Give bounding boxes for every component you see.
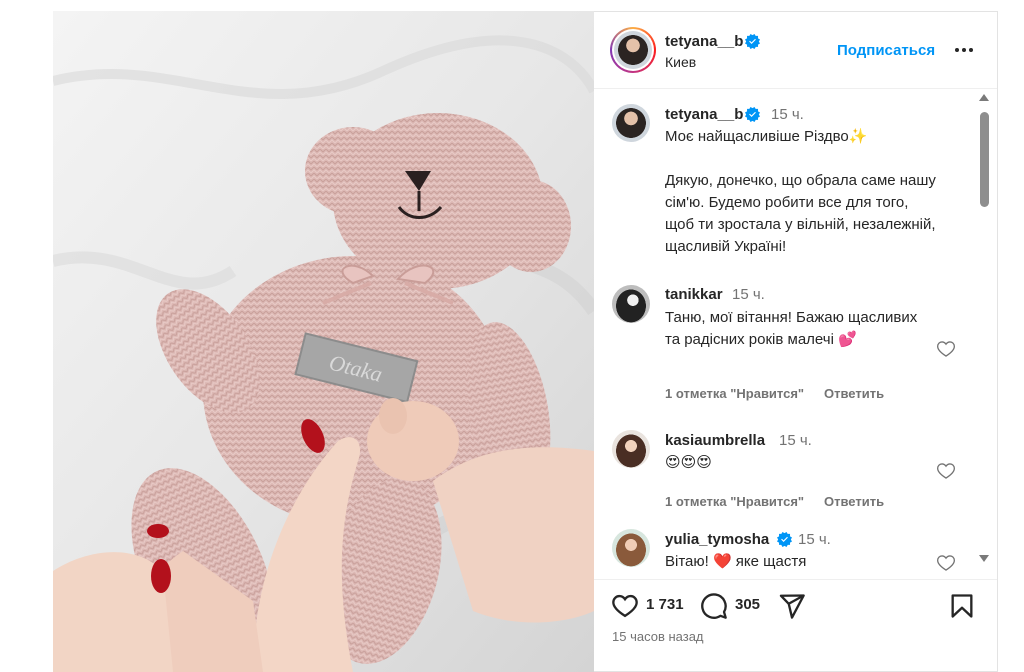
comment-username[interactable]: kasiaumbrella — [665, 432, 765, 449]
scroll-up-arrow-icon[interactable] — [979, 94, 989, 101]
comment-item: kasiaumbrella 15 ч. 😍😍😍 1 отметка "Нрави… — [594, 428, 984, 528]
comments-count[interactable]: 305 — [735, 596, 760, 613]
post-caption: tetyana__b 15 ч. Моє найщасливіше Різдво… — [594, 102, 984, 267]
scroll-thumb[interactable] — [980, 112, 989, 207]
share-icon[interactable] — [778, 592, 806, 620]
heart-icon[interactable] — [936, 339, 956, 359]
follow-button[interactable]: Подписаться — [837, 42, 935, 59]
post-photo[interactable]: Otaka — [53, 11, 594, 672]
teddy-bear-image: Otaka — [53, 11, 594, 672]
comment-time[interactable]: 15 ч. — [779, 432, 812, 449]
comment-time[interactable]: 15 ч. — [732, 286, 765, 303]
comment-username[interactable]: tanikkar — [665, 286, 723, 303]
heart-icon[interactable] — [936, 553, 956, 573]
verified-icon — [745, 34, 760, 49]
heart-icon[interactable] — [611, 592, 639, 620]
verified-icon — [745, 107, 760, 122]
avatar[interactable] — [612, 430, 650, 468]
post-location[interactable]: Киев — [665, 54, 696, 70]
post-header: tetyana__b Киев Подписаться — [594, 12, 997, 89]
comment-item: yulia_tymosha 15 ч. Вітаю! ❤️ яке щастя — [594, 527, 984, 579]
comment-text: Таню, мої вітання! Бажаю щасливих та рад… — [665, 309, 918, 348]
reply-button[interactable]: Ответить — [824, 494, 884, 509]
heart-icon[interactable] — [936, 461, 956, 481]
post-actions: 1 731 305 15 часов назад — [594, 579, 997, 672]
comment-text: 😍😍😍 — [665, 454, 712, 471]
author-avatar-story-ring[interactable] — [610, 27, 656, 73]
more-icon[interactable] — [952, 38, 976, 62]
likes-count[interactable]: 1 731 — [646, 596, 684, 613]
avatar[interactable] — [612, 285, 650, 323]
avatar[interactable] — [612, 104, 650, 142]
comment-icon[interactable] — [700, 592, 728, 620]
avatar[interactable] — [614, 31, 652, 69]
scroll-down-arrow-icon[interactable] — [979, 555, 989, 562]
instagram-post-modal: Otaka tetyana__b Киев Подписаться tetyan… — [0, 0, 1024, 672]
comment-item: tanikkar 15 ч. Таню, мої вітання! Бажаю … — [594, 282, 984, 401]
post-timestamp[interactable]: 15 часов назад — [612, 629, 704, 644]
bookmark-icon[interactable] — [948, 592, 976, 620]
caption-text-line1: Моє найщасливіше Різдво✨ — [665, 128, 868, 145]
comment-likes[interactable]: 1 отметка "Нравится" — [665, 494, 804, 509]
comments-scrollbar[interactable] — [976, 90, 992, 579]
caption-username[interactable]: tetyana__b — [665, 106, 743, 123]
comment-text: Вітаю! ❤️ яке щастя — [665, 553, 807, 570]
post-details-panel: tetyana__b Киев Подписаться tetyana__b 1… — [594, 11, 998, 672]
comment-likes[interactable]: 1 отметка "Нравится" — [665, 386, 804, 401]
comment-time[interactable]: 15 ч. — [798, 531, 831, 548]
comment-username[interactable]: yulia_tymosha — [665, 531, 769, 548]
author-username[interactable]: tetyana__b — [665, 33, 743, 50]
reply-button[interactable]: Ответить — [824, 386, 884, 401]
caption-time[interactable]: 15 ч. — [771, 106, 804, 123]
caption-text-body: Дякую, донечко, що обрала саме нашу сім'… — [665, 172, 936, 255]
verified-icon — [777, 532, 792, 547]
comments-list[interactable]: tetyana__b 15 ч. Моє найщасливіше Різдво… — [594, 90, 997, 579]
avatar[interactable] — [612, 529, 650, 567]
